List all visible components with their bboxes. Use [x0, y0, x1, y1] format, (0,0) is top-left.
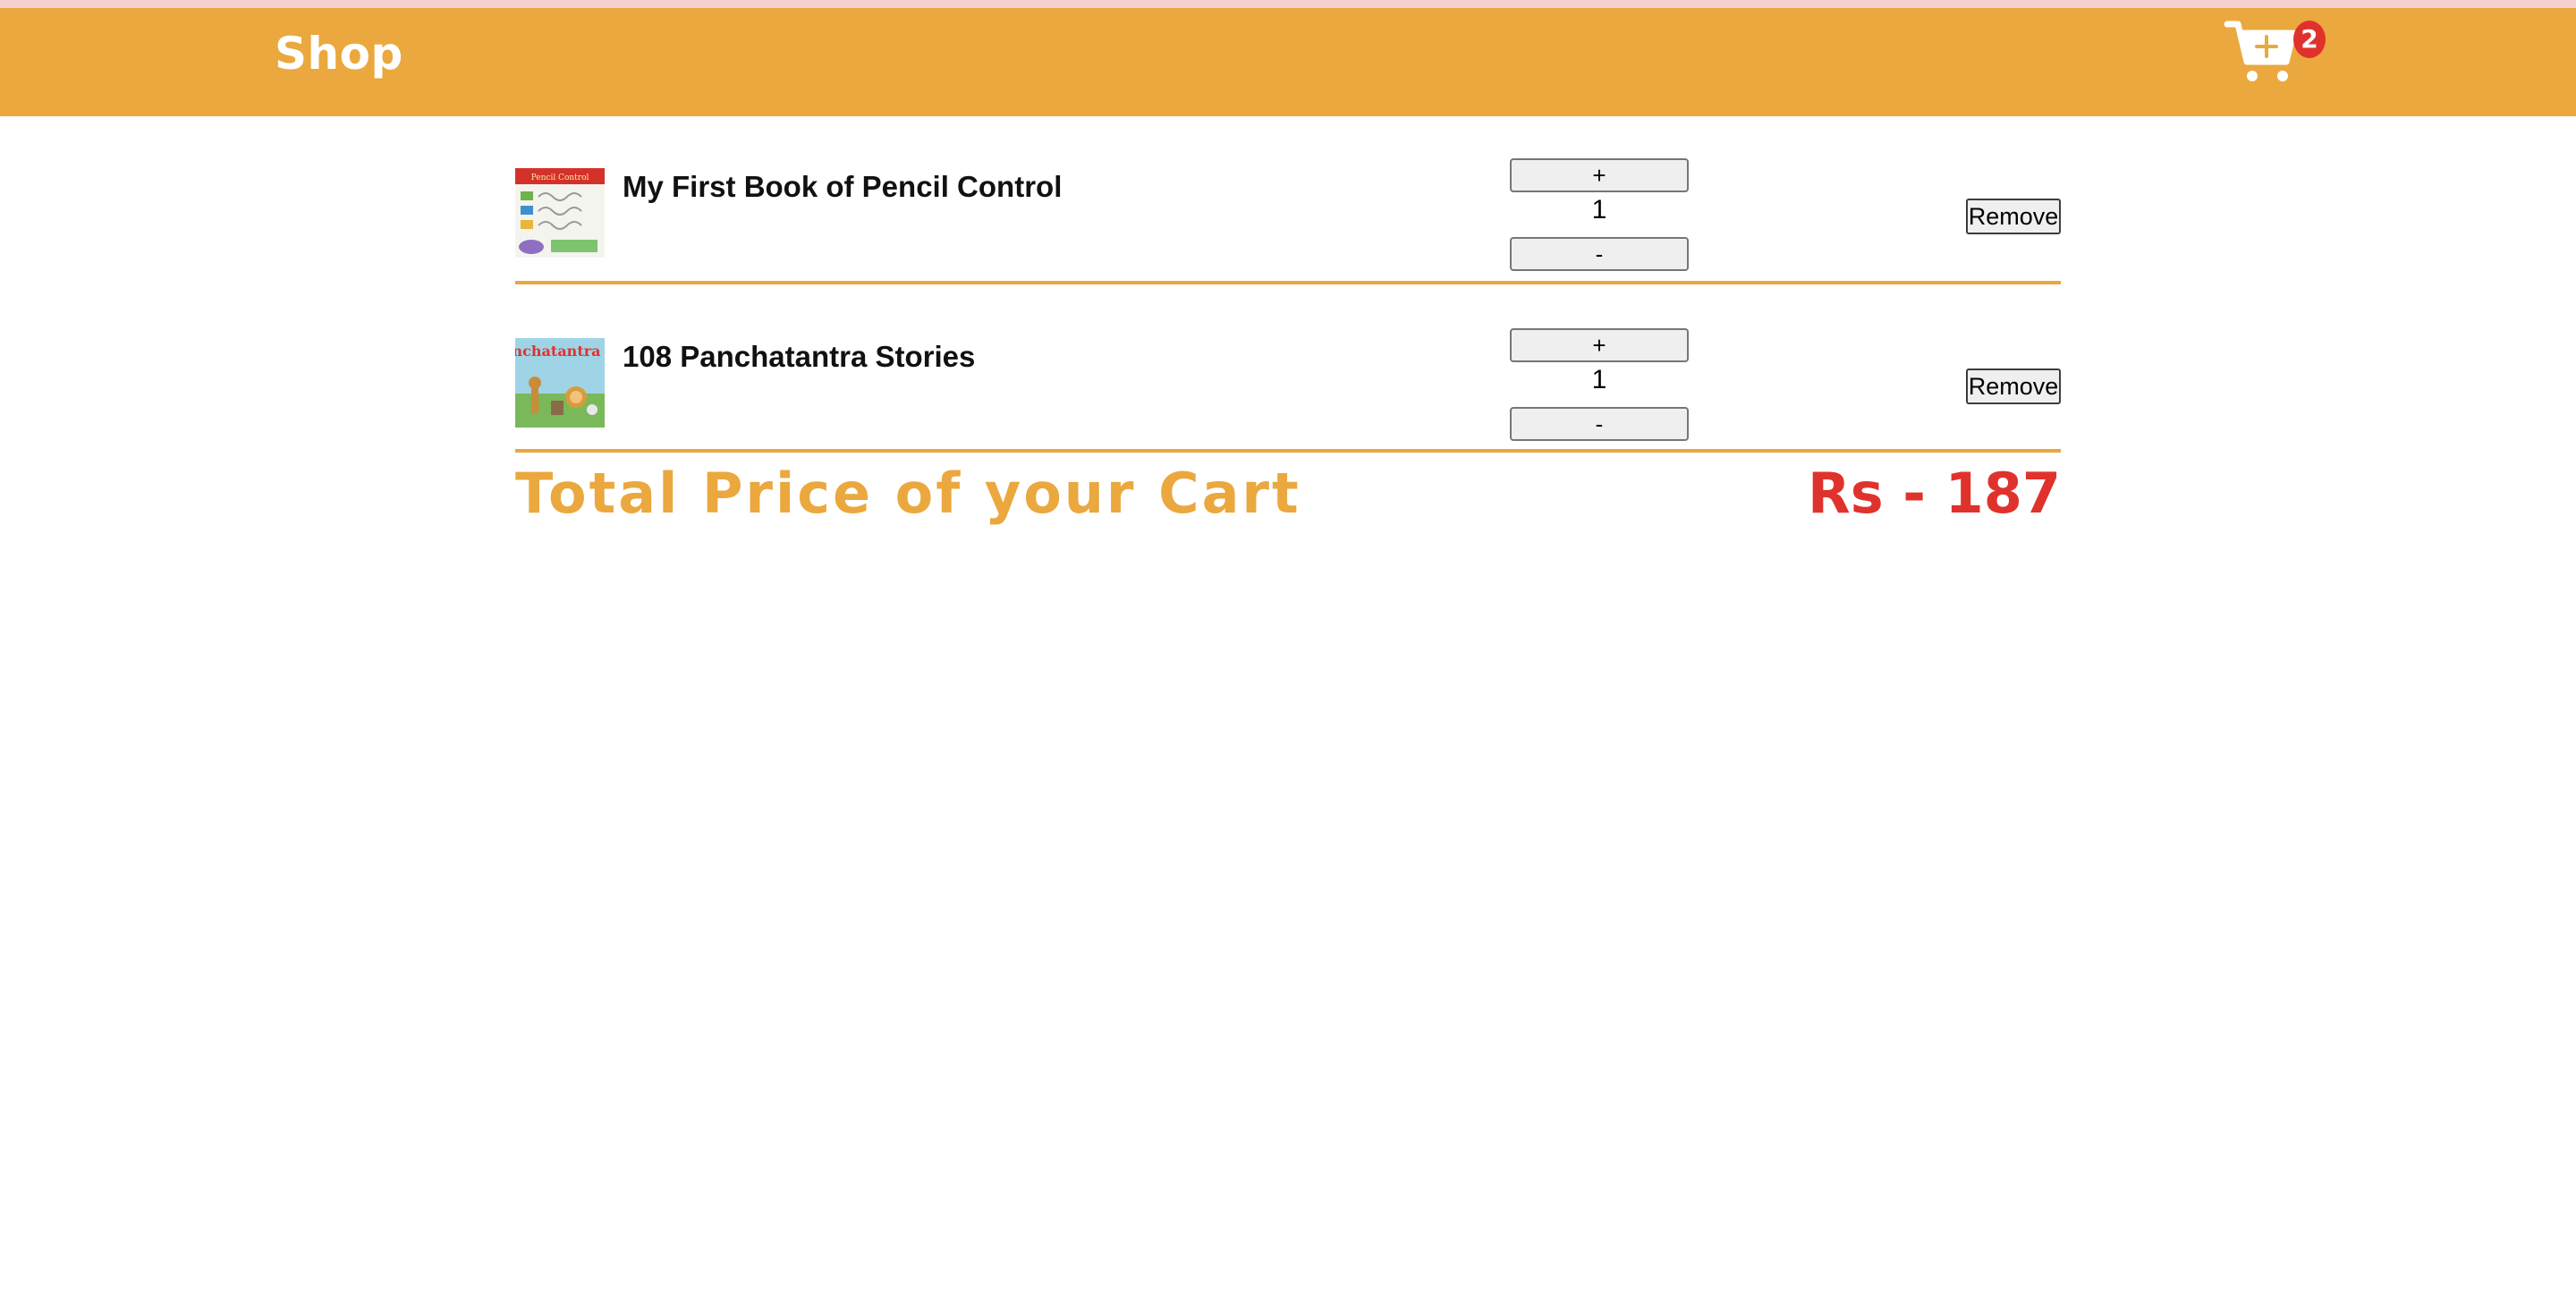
- increase-quantity-button[interactable]: +: [1510, 328, 1689, 362]
- cart-button[interactable]: 2: [2224, 15, 2326, 96]
- cover-title-text: 108 Panchatantra Stories: [515, 343, 605, 360]
- total-price-value: Rs - 187: [1808, 461, 2061, 526]
- top-strip: [0, 0, 2576, 8]
- item-title[interactable]: My First Book of Pencil Control: [623, 170, 1062, 204]
- book-cover-image: Pencil Control: [515, 168, 605, 258]
- decrease-quantity-button[interactable]: -: [1510, 407, 1689, 441]
- navbar: Shop 2: [0, 8, 2576, 116]
- brand-title[interactable]: Shop: [275, 28, 403, 80]
- cart-plus-icon: [2224, 21, 2297, 81]
- item-quantity: 1: [1591, 195, 1607, 224]
- item-divider: [515, 281, 2061, 284]
- remove-item-button[interactable]: Remove: [1966, 368, 2061, 404]
- remove-item-button[interactable]: Remove: [1966, 199, 2061, 234]
- item-quantity: 1: [1591, 365, 1607, 394]
- item-divider: [515, 449, 2061, 453]
- book-cover-image: 108 Panchatantra Stories: [515, 338, 605, 428]
- cart-item: Pencil Control My First Book of Pencil C…: [515, 152, 2061, 286]
- decrease-quantity-button[interactable]: -: [1510, 237, 1689, 271]
- total-price-label: Total Price of your Cart: [515, 461, 1301, 526]
- cover-title-text: Pencil Control: [531, 174, 589, 182]
- increase-quantity-button[interactable]: +: [1510, 158, 1689, 192]
- cart-item: 108 Panchatantra Stories 108 Panchatantr…: [515, 322, 2061, 456]
- cart-count-badge: 2: [2293, 21, 2326, 58]
- item-title[interactable]: 108 Panchatantra Stories: [623, 340, 975, 374]
